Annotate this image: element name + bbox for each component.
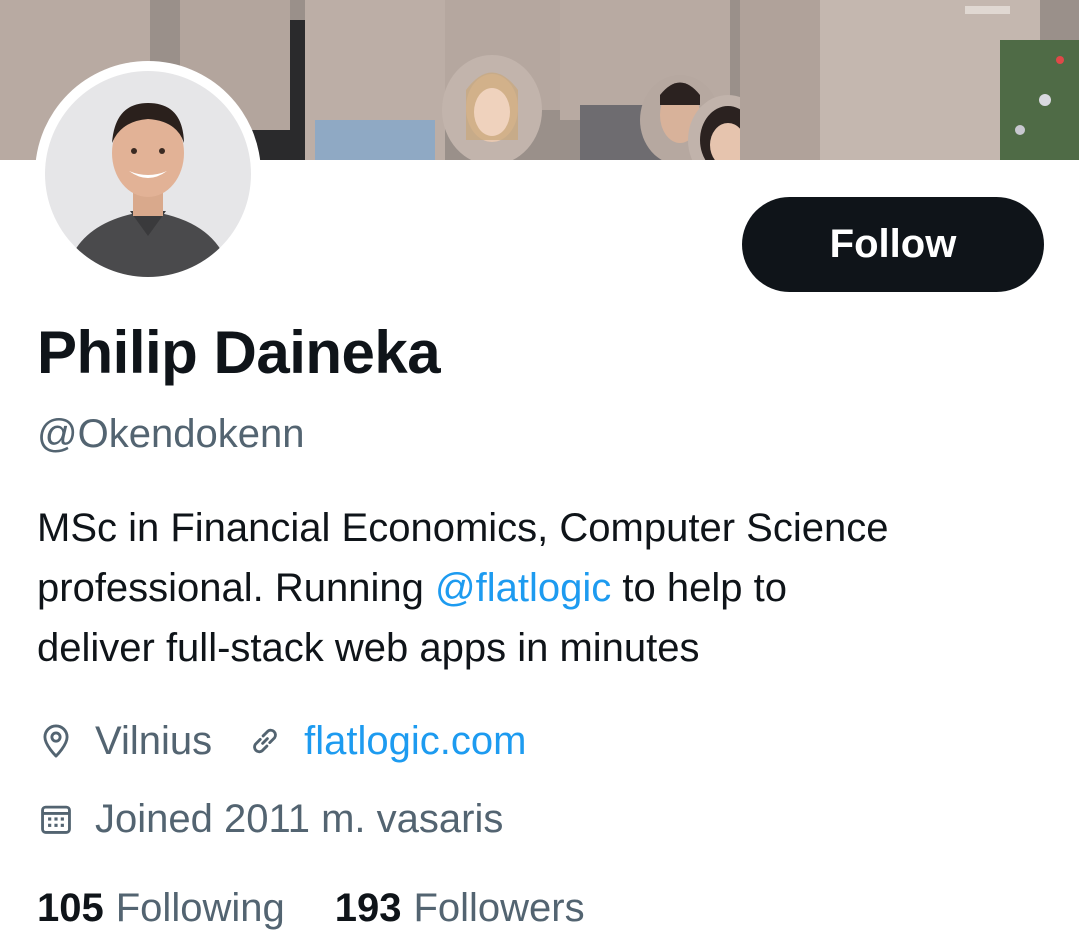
following-link[interactable]: 105 Following xyxy=(37,886,285,931)
location-text: Vilnius xyxy=(95,718,213,763)
avatar[interactable] xyxy=(35,61,261,287)
joined-item: Joined 2011 m. vasaris xyxy=(37,797,503,842)
followers-link[interactable]: 193 Followers xyxy=(335,886,585,931)
following-count: 105 xyxy=(37,886,104,930)
bio-line: deliver full-stack web apps in minutes xyxy=(37,626,700,670)
following-label: Following xyxy=(115,886,285,930)
profile-meta-row: Vilnius flatlogic.com xyxy=(37,716,526,766)
profile-meta-row: Joined 2011 m. vasaris xyxy=(37,794,503,844)
location-item: Vilnius xyxy=(37,719,212,764)
avatar-photo xyxy=(45,71,251,277)
website-link[interactable]: flatlogic.com xyxy=(304,719,526,764)
location-pin-icon xyxy=(43,724,69,758)
bio-text: to help to xyxy=(611,566,787,610)
display-name: Philip Daineka xyxy=(37,319,441,386)
follow-stats: 105 Following 193 Followers xyxy=(37,886,585,931)
profile-page: Follow Philip Daineka @Okendokenn MSc in… xyxy=(0,0,1079,948)
joined-text: Joined 2011 m. vasaris xyxy=(95,796,504,841)
bio-line: MSc in Financial Economics, Computer Sci… xyxy=(37,506,889,550)
calendar-icon xyxy=(41,805,71,834)
followers-label: Followers xyxy=(413,886,585,930)
mention-link[interactable]: @flatlogic xyxy=(435,566,611,610)
bio-text: professional. Running xyxy=(37,566,436,610)
profile-bio: MSc in Financial Economics, Computer Sci… xyxy=(37,498,1047,678)
bio-line: professional. Running @flatlogic to help… xyxy=(37,558,1047,618)
link-icon xyxy=(253,728,277,754)
followers-count: 193 xyxy=(334,886,402,930)
follow-button[interactable]: Follow xyxy=(742,197,1044,292)
user-handle: @Okendokenn xyxy=(37,412,305,456)
website-item: flatlogic.com xyxy=(246,719,526,764)
